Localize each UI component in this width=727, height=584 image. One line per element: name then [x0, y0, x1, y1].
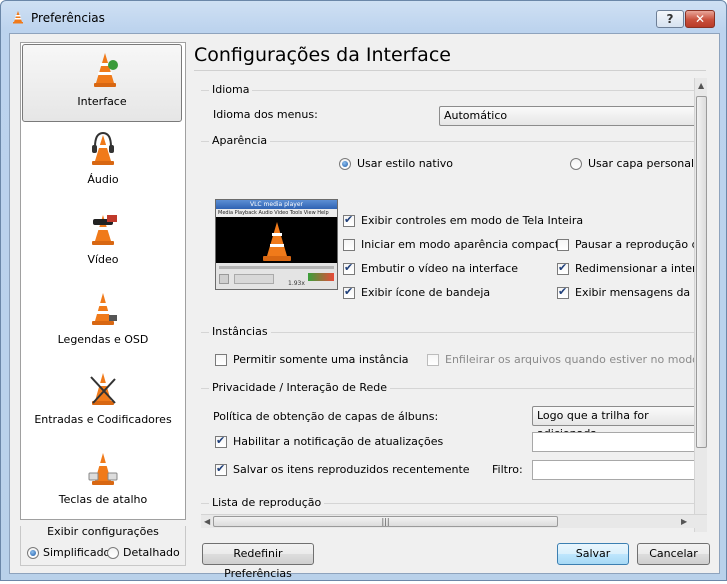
- fullscreen-controls-checkbox[interactable]: [343, 213, 355, 227]
- help-button[interactable]: ?: [656, 10, 684, 28]
- dialog-client: Interface Áudio Vídeo Legendas e OSD Ent…: [9, 33, 720, 580]
- update-notify-label: Habilitar a notificação de atualizações: [233, 435, 444, 448]
- instances-group: Instâncias Permitir somente uma instânci…: [201, 325, 694, 378]
- menu-language-select[interactable]: Automático: [439, 106, 694, 126]
- save-button[interactable]: Salvar: [557, 543, 629, 565]
- tray-icon-checkbox[interactable]: [343, 285, 355, 299]
- subtitles-cone-icon: [92, 293, 117, 325]
- fullscreen-controls-label: Exibir controles em modo de Tela Inteira: [361, 214, 584, 227]
- sidebar-item-label: Entradas e Codificadores: [34, 413, 172, 426]
- privacy-group: Privacidade / Interação de Rede Política…: [201, 381, 694, 500]
- window-title: Preferências: [31, 11, 105, 25]
- sidebar-item-video[interactable]: Vídeo: [21, 203, 185, 281]
- pause-playback-checkbox[interactable]: [557, 239, 569, 251]
- scroll-right-icon[interactable]: ▶: [681, 517, 687, 526]
- tray-messages-label: Exibir mensagens da ban: [575, 286, 694, 299]
- album-art-select[interactable]: Logo que a trilha for adicionada: [532, 406, 694, 440]
- reset-preferences-button[interactable]: Redefinir Preferências: [202, 543, 314, 580]
- sidebar-item-label: Vídeo: [87, 253, 119, 266]
- simple-label: Simplificado: [43, 546, 111, 559]
- preferences-window: Preferências ? ✕ Interface Áudio Vídeo L…: [0, 0, 727, 581]
- show-settings-group: Exibir configurações Simplificado Detalh…: [20, 525, 186, 566]
- sidebar-item-audio[interactable]: Áudio: [21, 123, 185, 201]
- preview-time: 1.93x: [288, 280, 305, 287]
- scroll-left-icon[interactable]: ◀: [204, 517, 210, 526]
- codec-cone-icon: [90, 373, 116, 405]
- headphones-cone-icon: [92, 131, 114, 165]
- detailed-radio[interactable]: [107, 547, 119, 559]
- filter-input[interactable]: [532, 460, 694, 480]
- appearance-group: Aparência Usar estilo nativo Usar capa p…: [201, 134, 694, 331]
- compact-mode-label: Iniciar em modo aparência compacta: [361, 238, 566, 251]
- language-group: Idioma Idioma dos menus: Automático: [201, 83, 694, 130]
- title-bar: Preferências ? ✕: [1, 1, 726, 33]
- enqueue-checkbox[interactable]: [427, 354, 439, 366]
- vertical-scroll-thumb[interactable]: [696, 96, 707, 448]
- sidebar-item-label: Áudio: [87, 173, 119, 186]
- pause-playback-label: Pausar a reprodução qua: [575, 238, 694, 251]
- update-notify-checkbox[interactable]: [215, 434, 227, 448]
- filter-label: Filtro:: [492, 463, 523, 476]
- save-recent-label: Salvar os itens reproduzidos recentement…: [233, 463, 470, 476]
- settings-panel: Idioma Idioma dos menus: Automático Apar…: [201, 78, 694, 532]
- hotkeys-cone-icon: [88, 453, 118, 485]
- sidebar-item-interface[interactable]: Interface: [22, 44, 182, 122]
- resize-interface-checkbox[interactable]: [557, 261, 569, 275]
- native-style-label: Usar estilo nativo: [357, 157, 454, 170]
- preview-title: VLC media player: [216, 200, 337, 209]
- horizontal-scroll-thumb[interactable]: |||: [213, 516, 558, 527]
- privacy-group-title: Privacidade / Interação de Rede: [209, 381, 391, 394]
- tray-icon-label: Exibir ícone de bandeja: [361, 286, 491, 299]
- single-instance-label: Permitir somente uma instância: [233, 353, 409, 366]
- category-sidebar: Interface Áudio Vídeo Legendas e OSD Ent…: [20, 42, 186, 520]
- appearance-group-title: Aparência: [209, 134, 271, 147]
- sidebar-item-codecs[interactable]: Entradas e Codificadores: [21, 363, 185, 441]
- resize-interface-label: Redimensionar a interfac: [575, 262, 694, 275]
- enqueue-label: Enfileirar os arquivos quando estiver no…: [445, 353, 694, 366]
- preview-menu: Media Playback Audio Video Tools View He…: [216, 209, 337, 217]
- compact-mode-checkbox[interactable]: [343, 239, 355, 251]
- sidebar-item-label: Teclas de atalho: [58, 493, 148, 506]
- sidebar-item-label: Interface: [77, 95, 127, 108]
- simple-radio[interactable]: [27, 547, 39, 559]
- native-style-preview: VLC media player Media Playback Audio Vi…: [215, 199, 338, 290]
- vlc-cone-icon: [263, 222, 291, 261]
- album-art-label: Política de obtenção de capas de álbuns:: [213, 410, 439, 423]
- sidebar-item-hotkeys[interactable]: Teclas de atalho: [21, 443, 185, 521]
- close-button[interactable]: ✕: [685, 10, 715, 28]
- cancel-button[interactable]: Cancelar: [637, 543, 710, 565]
- video-cone-icon: [92, 215, 117, 245]
- vertical-scrollbar[interactable]: ▲ ▼: [694, 78, 707, 532]
- scroll-up-icon[interactable]: ▲: [698, 81, 704, 90]
- playlist-group-title: Lista de reprodução: [209, 496, 325, 509]
- horizontal-scrollbar[interactable]: ◀ ||| ▶: [201, 514, 707, 528]
- single-instance-checkbox[interactable]: [215, 354, 227, 366]
- embed-video-checkbox[interactable]: [343, 261, 355, 275]
- embed-video-label: Embutir o vídeo na interface: [361, 262, 519, 275]
- title-divider: [194, 70, 706, 71]
- show-settings-title: Exibir configurações: [21, 525, 185, 538]
- custom-skin-radio[interactable]: [570, 158, 582, 170]
- language-group-title: Idioma: [209, 83, 253, 96]
- tray-messages-checkbox[interactable]: [557, 285, 569, 299]
- vlc-logo-icon: [13, 11, 23, 24]
- custom-skin-label: Usar capa personaliza: [588, 157, 694, 170]
- sidebar-item-label: Legendas e OSD: [57, 333, 149, 346]
- detailed-label: Detalhado: [123, 546, 180, 559]
- vlc-cone-icon: [94, 53, 118, 87]
- sidebar-item-subtitles[interactable]: Legendas e OSD: [21, 283, 185, 361]
- native-style-radio[interactable]: [339, 158, 351, 170]
- page-title: Configurações da Interface: [194, 44, 451, 66]
- instances-group-title: Instâncias: [209, 325, 271, 338]
- save-recent-checkbox[interactable]: [215, 462, 227, 476]
- update-days-field[interactable]: [532, 432, 694, 452]
- preview-controls: 1.93x: [216, 263, 337, 289]
- menu-language-label: Idioma dos menus:: [213, 108, 318, 121]
